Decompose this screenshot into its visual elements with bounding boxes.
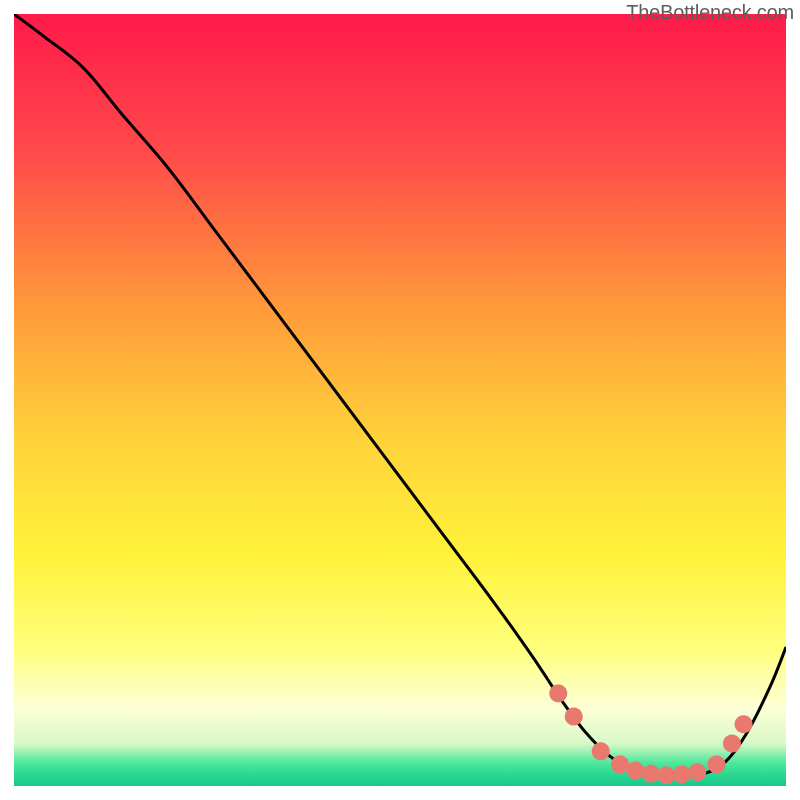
data-marker xyxy=(626,762,644,780)
data-marker xyxy=(642,765,660,783)
data-marker xyxy=(657,766,675,784)
data-marker xyxy=(673,765,691,783)
data-marker xyxy=(688,763,706,781)
data-marker xyxy=(723,735,741,753)
curve-layer xyxy=(14,14,786,786)
data-marker xyxy=(708,755,726,773)
data-marker xyxy=(549,684,567,702)
data-marker xyxy=(565,708,583,726)
watermark-text: TheBottleneck.com xyxy=(626,2,794,25)
data-marker xyxy=(611,755,629,773)
chart-container: TheBottleneck.com xyxy=(0,0,800,800)
bottleneck-curve xyxy=(14,14,786,777)
data-marker xyxy=(592,742,610,760)
data-marker xyxy=(735,715,753,733)
markers-group xyxy=(549,684,752,784)
plot-area xyxy=(14,14,786,786)
